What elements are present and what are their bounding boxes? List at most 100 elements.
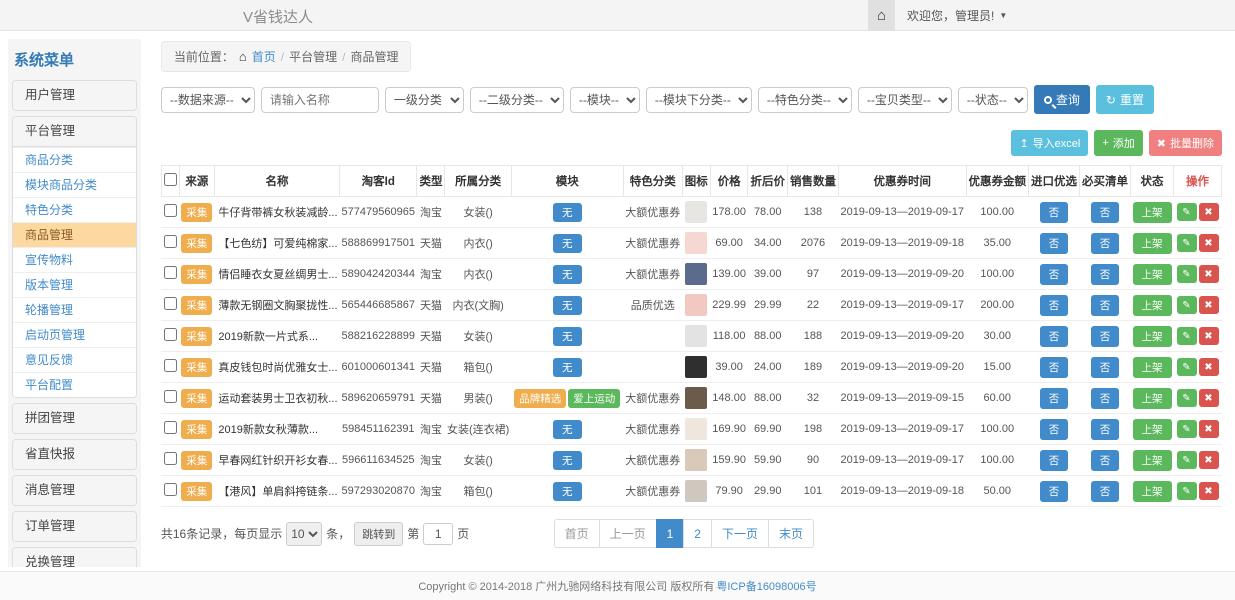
edit-button[interactable]: ✎ xyxy=(1177,234,1197,252)
sidebar-item-轮播管理[interactable]: 轮播管理 xyxy=(13,297,136,322)
status-toggle[interactable]: 上架 xyxy=(1133,233,1172,254)
must-buy-toggle[interactable]: 否 xyxy=(1091,450,1120,471)
row-checkbox[interactable] xyxy=(164,483,177,496)
module-select[interactable]: --模块-- xyxy=(570,87,640,113)
status-toggle[interactable]: 上架 xyxy=(1133,481,1172,502)
sidebar-item-订单管理[interactable]: 订单管理 xyxy=(13,512,136,541)
edit-button[interactable]: ✎ xyxy=(1177,358,1197,376)
page-number-input[interactable] xyxy=(423,523,453,545)
delete-button[interactable]: ✖ xyxy=(1199,358,1219,376)
edit-button[interactable]: ✎ xyxy=(1177,389,1197,407)
row-checkbox[interactable] xyxy=(164,297,177,310)
delete-button[interactable]: ✖ xyxy=(1199,296,1219,314)
must-buy-toggle[interactable]: 否 xyxy=(1091,326,1120,347)
delete-button[interactable]: ✖ xyxy=(1199,420,1219,438)
batch-delete-button[interactable]: ✖ 批量删除 xyxy=(1149,130,1222,156)
icp-link[interactable]: 粤ICP备16098006号 xyxy=(716,578,816,594)
import-pick-toggle[interactable]: 否 xyxy=(1040,264,1069,285)
sidebar-item-消息管理[interactable]: 消息管理 xyxy=(13,476,136,505)
must-buy-toggle[interactable]: 否 xyxy=(1091,202,1120,223)
delete-button[interactable]: ✖ xyxy=(1199,265,1219,283)
must-buy-toggle[interactable]: 否 xyxy=(1091,419,1120,440)
import-pick-toggle[interactable]: 否 xyxy=(1040,388,1069,409)
page-button-上一页[interactable]: 上一页 xyxy=(599,519,657,548)
sidebar-item-商品管理[interactable]: 商品管理 xyxy=(13,222,136,247)
sidebar-item-拼团管理[interactable]: 拼团管理 xyxy=(13,404,136,433)
edit-button[interactable]: ✎ xyxy=(1177,482,1197,500)
row-checkbox[interactable] xyxy=(164,452,177,465)
must-buy-toggle[interactable]: 否 xyxy=(1091,264,1120,285)
sidebar-item-商品分类[interactable]: 商品分类 xyxy=(13,147,136,172)
must-buy-toggle[interactable]: 否 xyxy=(1091,357,1120,378)
delete-button[interactable]: ✖ xyxy=(1199,234,1219,252)
status-toggle[interactable]: 上架 xyxy=(1133,326,1172,347)
user-menu[interactable]: 欢迎您，管理员! ▼ xyxy=(895,7,1019,24)
import-pick-toggle[interactable]: 否 xyxy=(1040,481,1069,502)
edit-button[interactable]: ✎ xyxy=(1177,265,1197,283)
page-button-末页[interactable]: 末页 xyxy=(768,519,814,548)
level1-category-select[interactable]: 一级分类 xyxy=(385,87,464,113)
import-pick-toggle[interactable]: 否 xyxy=(1040,233,1069,254)
sidebar-item-宣传物料[interactable]: 宣传物料 xyxy=(13,247,136,272)
page-button-1[interactable]: 1 xyxy=(656,519,685,548)
edit-button[interactable]: ✎ xyxy=(1177,327,1197,345)
sidebar-item-模块商品分类[interactable]: 模块商品分类 xyxy=(13,172,136,197)
row-checkbox[interactable] xyxy=(164,266,177,279)
row-checkbox[interactable] xyxy=(164,204,177,217)
delete-button[interactable]: ✖ xyxy=(1199,327,1219,345)
import-pick-toggle[interactable]: 否 xyxy=(1040,326,1069,347)
sidebar-item-兑换管理[interactable]: 兑换管理 xyxy=(13,548,136,567)
must-buy-toggle[interactable]: 否 xyxy=(1091,481,1120,502)
sidebar-item-特色分类[interactable]: 特色分类 xyxy=(13,197,136,222)
row-checkbox[interactable] xyxy=(164,359,177,372)
page-button-下一页[interactable]: 下一页 xyxy=(711,519,769,548)
name-search-input[interactable] xyxy=(261,87,379,113)
must-buy-toggle[interactable]: 否 xyxy=(1091,233,1120,254)
edit-button[interactable]: ✎ xyxy=(1177,451,1197,469)
status-toggle[interactable]: 上架 xyxy=(1133,419,1172,440)
row-checkbox[interactable] xyxy=(164,328,177,341)
status-toggle[interactable]: 上架 xyxy=(1133,202,1172,223)
module-subcategory-select[interactable]: --模块下分类-- xyxy=(646,87,752,113)
edit-button[interactable]: ✎ xyxy=(1177,296,1197,314)
status-select[interactable]: --状态-- xyxy=(958,87,1028,113)
sidebar-item-版本管理[interactable]: 版本管理 xyxy=(13,272,136,297)
import-pick-toggle[interactable]: 否 xyxy=(1040,357,1069,378)
page-button-2[interactable]: 2 xyxy=(683,519,712,548)
import-pick-toggle[interactable]: 否 xyxy=(1040,295,1069,316)
sidebar-item-意见反馈[interactable]: 意见反馈 xyxy=(13,347,136,372)
search-button[interactable]: 查询 xyxy=(1034,85,1090,114)
item-type-select[interactable]: --宝贝类型-- xyxy=(858,87,952,113)
sidebar-item-平台配置[interactable]: 平台配置 xyxy=(13,372,136,397)
breadcrumb-home-link[interactable]: 首页 xyxy=(252,48,276,65)
sidebar-item-省直快报[interactable]: 省直快报 xyxy=(13,440,136,469)
status-toggle[interactable]: 上架 xyxy=(1133,264,1172,285)
jump-button[interactable]: 跳转到 xyxy=(354,522,403,546)
sidebar-item-启动页管理[interactable]: 启动页管理 xyxy=(13,322,136,347)
status-toggle[interactable]: 上架 xyxy=(1133,450,1172,471)
import-excel-button[interactable]: ↥ 导入excel xyxy=(1011,130,1088,156)
import-pick-toggle[interactable]: 否 xyxy=(1040,202,1069,223)
level2-category-select[interactable]: --二级分类-- xyxy=(470,87,564,113)
sidebar-item-平台管理[interactable]: 平台管理 xyxy=(13,117,136,147)
must-buy-toggle[interactable]: 否 xyxy=(1091,295,1120,316)
delete-button[interactable]: ✖ xyxy=(1199,389,1219,407)
data-source-select[interactable]: --数据来源-- xyxy=(161,87,255,113)
row-checkbox[interactable] xyxy=(164,421,177,434)
home-button[interactable]: ⌂ xyxy=(868,0,895,31)
row-checkbox[interactable] xyxy=(164,390,177,403)
reset-button[interactable]: ↻ 重置 xyxy=(1096,85,1154,114)
row-checkbox[interactable] xyxy=(164,235,177,248)
page-button-首页[interactable]: 首页 xyxy=(554,519,600,548)
must-buy-toggle[interactable]: 否 xyxy=(1091,388,1120,409)
delete-button[interactable]: ✖ xyxy=(1199,451,1219,469)
select-all-checkbox[interactable] xyxy=(164,173,177,186)
special-category-select[interactable]: --特色分类-- xyxy=(758,87,852,113)
status-toggle[interactable]: 上架 xyxy=(1133,295,1172,316)
edit-button[interactable]: ✎ xyxy=(1177,203,1197,221)
add-button[interactable]: + 添加 xyxy=(1094,130,1142,156)
import-pick-toggle[interactable]: 否 xyxy=(1040,419,1069,440)
delete-button[interactable]: ✖ xyxy=(1199,482,1219,500)
per-page-select[interactable]: 10 xyxy=(286,522,322,546)
sidebar-item-用户管理[interactable]: 用户管理 xyxy=(13,81,136,110)
